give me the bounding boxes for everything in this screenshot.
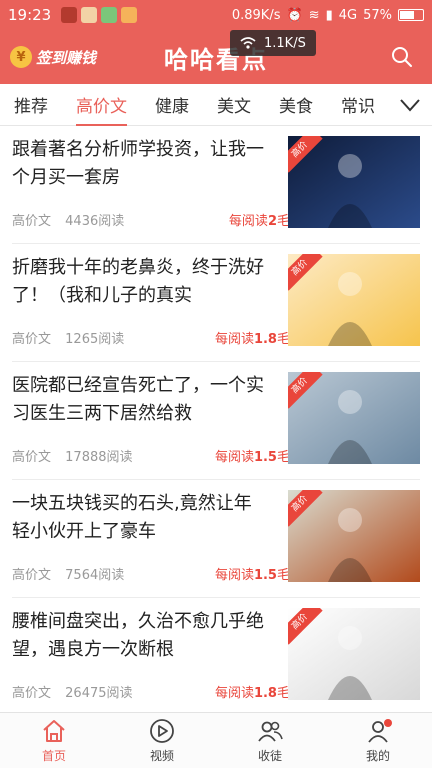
article-category: 高价文 bbox=[12, 568, 52, 583]
article-reads: 7564阅读 bbox=[65, 568, 125, 583]
tab-health[interactable]: 健康 bbox=[155, 84, 189, 126]
wifi-icon: ≋ bbox=[308, 7, 320, 23]
article-title: 一块五块钱买的石头,竟然让年轻小伙开上了豪车 bbox=[12, 493, 252, 542]
app-notification-icon bbox=[81, 7, 98, 23]
article-item[interactable]: 折磨我十年的老鼻炎，终于洗好了！（我和儿子的真实 高价文 1265阅读 每阅读1… bbox=[12, 244, 420, 362]
article-reward: 每阅读1.8毛 bbox=[210, 682, 290, 701]
article-meta: 高价文 26475阅读 bbox=[12, 682, 133, 701]
reward-prefix: 每阅读 bbox=[214, 332, 254, 347]
article-thumbnail[interactable]: 高价 bbox=[288, 608, 420, 700]
nav-home-label: 首页 bbox=[41, 748, 66, 763]
nav-mine[interactable]: 我的 bbox=[324, 713, 432, 768]
network-speed: 0.89K/s bbox=[231, 7, 281, 23]
article-reward: 每阅读2毛 bbox=[210, 210, 290, 229]
article-title: 跟着著名分析师学投资，让我一个月买一套房 bbox=[12, 139, 264, 188]
article-thumbnail[interactable]: 高价 bbox=[288, 490, 420, 582]
article-title: 医院都已经宣告死亡了，一个实习医生三两下居然给救 bbox=[12, 375, 264, 424]
reward-value: 1.8 bbox=[253, 332, 277, 347]
nav-video[interactable]: 视频 bbox=[108, 713, 216, 768]
tab-essay[interactable]: 美文 bbox=[217, 84, 251, 126]
article-reads: 4436阅读 bbox=[65, 214, 125, 229]
battery-icon bbox=[398, 9, 424, 21]
article-item[interactable]: 一块五块钱买的石头,竟然让年轻小伙开上了豪车 高价文 7564阅读 每阅读1.5… bbox=[12, 480, 420, 598]
tab-knowledge[interactable]: 常识 bbox=[341, 84, 375, 126]
signin-earn-button[interactable]: ¥ 签到赚钱 bbox=[10, 42, 96, 72]
reward-value: 1.5 bbox=[253, 450, 277, 465]
signin-label: 签到赚钱 bbox=[36, 48, 97, 67]
article-reads: 26475阅读 bbox=[65, 686, 133, 701]
article-meta: 高价文 7564阅读 bbox=[12, 564, 124, 583]
tab-recommend[interactable]: 推荐 bbox=[14, 84, 48, 126]
status-bar: 19:23 0.89K/s ⏰ ≋ ▮ 4G 57% bbox=[0, 0, 432, 30]
play-icon bbox=[150, 718, 174, 743]
nav-video-label: 视频 bbox=[149, 748, 174, 763]
reward-value: 1.8 bbox=[253, 686, 277, 701]
reward-prefix: 每阅读 bbox=[214, 568, 254, 583]
article-title: 折磨我十年的老鼻炎，终于洗好了！（我和儿子的真实 bbox=[12, 257, 264, 306]
article-meta: 高价文 17888阅读 bbox=[12, 446, 133, 465]
article-category: 高价文 bbox=[12, 686, 52, 701]
article-reads: 17888阅读 bbox=[65, 450, 133, 465]
article-thumbnail[interactable]: 高价 bbox=[288, 254, 420, 346]
article-thumbnail[interactable]: 高价 bbox=[288, 136, 420, 228]
reward-prefix: 每阅读 bbox=[228, 214, 268, 229]
app-notification-icon bbox=[121, 7, 138, 23]
search-icon[interactable] bbox=[390, 45, 414, 69]
article-thumbnail[interactable]: 高价 bbox=[288, 372, 420, 464]
article-reward: 每阅读1.5毛 bbox=[210, 446, 290, 465]
nav-apprentice[interactable]: 收徒 bbox=[216, 713, 324, 768]
chevron-down-icon[interactable] bbox=[398, 94, 422, 116]
signal-icon: ▮ bbox=[325, 7, 333, 23]
battery-percent: 57% bbox=[363, 7, 392, 23]
nav-mine-label: 我的 bbox=[365, 748, 390, 763]
article-reward: 每阅读1.8毛 bbox=[210, 328, 290, 347]
users-icon bbox=[258, 721, 283, 742]
reward-prefix: 每阅读 bbox=[214, 686, 254, 701]
status-time: 19:23 bbox=[8, 6, 52, 24]
article-feed: 跟着著名分析师学投资，让我一个月买一套房 高价文 4436阅读 每阅读2毛 高价 bbox=[0, 126, 432, 716]
app-header: ¥ 签到赚钱 哈哈看点 bbox=[0, 30, 432, 84]
tab-high-value[interactable]: 高价文 bbox=[76, 84, 127, 126]
reward-prefix: 每阅读 bbox=[214, 450, 254, 465]
app-notification-icon bbox=[101, 7, 118, 23]
nav-home[interactable]: 首页 bbox=[0, 713, 108, 768]
category-tabs: 推荐 高价文 健康 美文 美食 常识 bbox=[0, 84, 432, 126]
notification-dot bbox=[384, 719, 392, 727]
article-category: 高价文 bbox=[12, 332, 52, 347]
article-item[interactable]: 医院都已经宣告死亡了，一个实习医生三两下居然给救 高价文 17888阅读 每阅读… bbox=[12, 362, 420, 480]
notification-icons bbox=[61, 7, 138, 23]
article-title: 腰椎间盘突出，久治不愈几乎绝望，遇良方一次断根 bbox=[12, 611, 264, 660]
network-type: 4G bbox=[338, 7, 358, 23]
bottom-nav: 首页 视频 收徒 我的 bbox=[0, 712, 432, 768]
tab-food[interactable]: 美食 bbox=[279, 84, 313, 126]
wifi-icon bbox=[240, 37, 256, 49]
network-speed-toast: 1.1K/S bbox=[230, 30, 316, 56]
article-category: 高价文 bbox=[12, 450, 52, 465]
article-reward: 每阅读1.5毛 bbox=[210, 564, 290, 583]
nav-apprentice-label: 收徒 bbox=[257, 748, 282, 763]
article-meta: 高价文 4436阅读 bbox=[12, 210, 124, 229]
app-notification-icon bbox=[61, 7, 78, 23]
reward-value: 2 bbox=[267, 214, 277, 229]
toast-speed-text: 1.1K/S bbox=[264, 35, 306, 51]
article-meta: 高价文 1265阅读 bbox=[12, 328, 124, 347]
article-reads: 1265阅读 bbox=[65, 332, 125, 347]
article-category: 高价文 bbox=[12, 214, 52, 229]
home-icon bbox=[43, 719, 65, 742]
alarm-icon: ⏰ bbox=[286, 7, 303, 23]
article-item[interactable]: 腰椎间盘突出，久治不愈几乎绝望，遇良方一次断根 高价文 26475阅读 每阅读1… bbox=[12, 598, 420, 716]
reward-value: 1.5 bbox=[253, 568, 277, 583]
article-item[interactable]: 跟着著名分析师学投资，让我一个月买一套房 高价文 4436阅读 每阅读2毛 高价 bbox=[12, 126, 420, 244]
coin-icon: ¥ bbox=[10, 46, 32, 68]
